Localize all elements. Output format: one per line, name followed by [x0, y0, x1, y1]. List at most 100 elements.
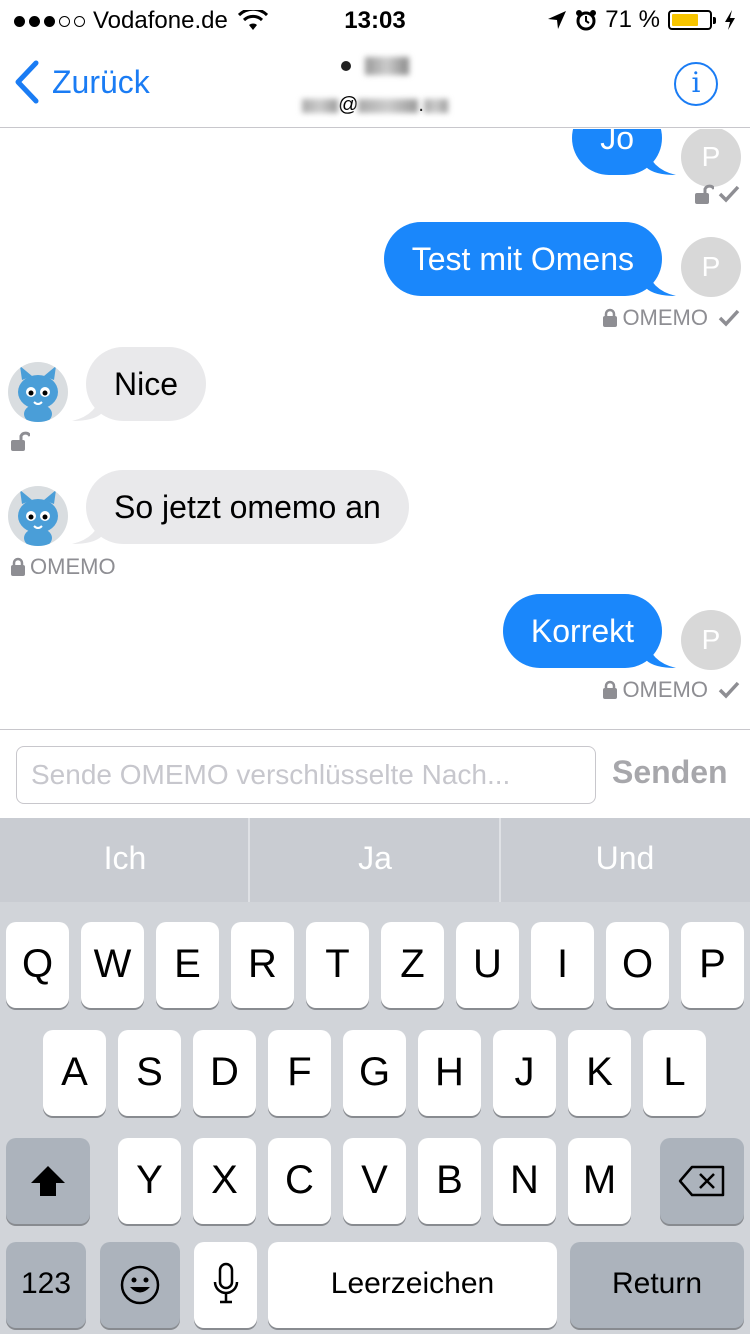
key-n[interactable]: N	[493, 1138, 556, 1224]
suggestion-item[interactable]: Und	[500, 818, 750, 902]
message-bubble-outgoing[interactable]: Korrekt	[502, 594, 676, 668]
message-text: So jetzt omemo an	[86, 470, 409, 544]
avatar: P	[681, 129, 741, 187]
key-j[interactable]: J	[493, 1030, 556, 1116]
key-b[interactable]: B	[418, 1138, 481, 1224]
suggestion-item[interactable]: Ja	[250, 818, 500, 902]
backspace-key[interactable]	[660, 1138, 744, 1224]
charging-bolt-icon	[725, 10, 735, 30]
message-status: OMEMO	[10, 554, 116, 580]
key-a[interactable]: A	[43, 1030, 106, 1116]
unlocked-icon	[695, 184, 714, 204]
send-button[interactable]: Senden	[612, 754, 728, 791]
bubble-tail	[646, 266, 676, 296]
microphone-icon	[213, 1262, 238, 1304]
contact-jid: @.	[0, 94, 750, 117]
blue-cat-avatar-icon	[18, 490, 58, 546]
contact-name	[0, 52, 750, 78]
emoji-icon	[120, 1265, 160, 1305]
bubble-tail	[72, 391, 102, 421]
key-x[interactable]: X	[193, 1138, 256, 1224]
key-l[interactable]: L	[643, 1030, 706, 1116]
lock-icon	[603, 680, 618, 699]
checkmark-icon	[718, 681, 740, 699]
lock-icon	[603, 308, 618, 327]
key-g[interactable]: G	[343, 1030, 406, 1116]
redacted-name	[365, 57, 409, 76]
key-h[interactable]: H	[418, 1030, 481, 1116]
blue-cat-avatar-icon	[18, 366, 58, 422]
bubble-tail	[646, 145, 676, 175]
message-text: Nice	[86, 347, 207, 421]
battery-fill	[672, 14, 698, 26]
key-e[interactable]: E	[156, 922, 219, 1008]
space-key[interactable]: Leerzeichen	[268, 1242, 557, 1328]
numbers-key[interactable]: 123	[6, 1242, 86, 1328]
encryption-label: OMEMO	[30, 554, 116, 579]
screen: Vodafone.de 13:03 71 % Zurück @ . i Jo P…	[0, 0, 750, 1334]
key-k[interactable]: K	[568, 1030, 631, 1116]
jid-at: @	[338, 94, 359, 116]
keyboard: Ich Ja Und Q W E R T Z U I O P A S D F G…	[0, 818, 750, 1334]
key-q[interactable]: Q	[6, 922, 69, 1008]
suggestion-item[interactable]: Ich	[0, 818, 250, 902]
message-status	[10, 430, 30, 452]
redacted-tld	[423, 98, 448, 113]
key-y[interactable]: Y	[118, 1138, 181, 1224]
emoji-key[interactable]	[100, 1242, 180, 1328]
key-t[interactable]: T	[306, 922, 369, 1008]
key-p[interactable]: P	[681, 922, 744, 1008]
message-bubble-incoming[interactable]: So jetzt omemo an	[72, 470, 409, 544]
avatar: P	[681, 610, 741, 670]
online-status-dot	[341, 61, 351, 72]
key-z[interactable]: Z	[381, 922, 444, 1008]
key-u[interactable]: U	[456, 922, 519, 1008]
battery-percent: 71 %	[605, 6, 660, 33]
message-status: OMEMO	[602, 305, 740, 331]
encryption-label: OMEMO	[622, 305, 708, 330]
contact-avatar	[8, 486, 68, 546]
message-bubble-outgoing[interactable]: Test mit Omens	[383, 222, 676, 296]
key-m[interactable]: M	[568, 1138, 631, 1224]
suggestion-bar: Ich Ja Und	[0, 818, 750, 902]
shift-arrow-icon	[31, 1166, 65, 1196]
key-s[interactable]: S	[118, 1030, 181, 1116]
key-w[interactable]: W	[81, 922, 144, 1008]
contact-avatar	[8, 362, 68, 422]
checkmark-icon	[718, 185, 740, 203]
redacted-user	[302, 98, 339, 113]
bubble-tail	[646, 638, 676, 668]
alarm-icon	[576, 10, 597, 31]
navigation-bar: Zurück @. i	[0, 40, 750, 128]
backspace-icon	[678, 1165, 725, 1197]
composer-bar: Sende OMEMO verschlüsselte Nach... Sende…	[0, 729, 750, 818]
key-c[interactable]: C	[268, 1138, 331, 1224]
key-o[interactable]: O	[606, 922, 669, 1008]
info-button[interactable]: i	[674, 62, 718, 106]
message-text: Korrekt	[502, 594, 662, 668]
key-i[interactable]: I	[531, 922, 594, 1008]
message-bubble-outgoing[interactable]: Jo	[572, 129, 676, 175]
message-status	[694, 183, 740, 205]
unlocked-icon	[11, 431, 30, 451]
status-bar: Vodafone.de 13:03 71 %	[0, 0, 750, 40]
message-text: Test mit Omens	[383, 222, 662, 296]
redacted-domain	[358, 98, 419, 113]
lock-icon	[11, 557, 25, 576]
shift-key[interactable]	[6, 1138, 90, 1224]
avatar: P	[681, 237, 741, 297]
message-bubble-incoming[interactable]: Nice	[72, 347, 207, 421]
message-status: OMEMO	[602, 677, 740, 703]
battery-icon	[668, 10, 716, 30]
encryption-label: OMEMO	[622, 677, 708, 702]
key-d[interactable]: D	[193, 1030, 256, 1116]
dictation-key[interactable]	[194, 1242, 257, 1328]
status-right: 71 %	[547, 6, 736, 34]
chat-history[interactable]: Jo P Test mit Omens P OMEMO Nice So jetz…	[0, 129, 750, 729]
message-input[interactable]: Sende OMEMO verschlüsselte Nach...	[16, 746, 596, 804]
bubble-tail	[72, 514, 102, 544]
key-v[interactable]: V	[343, 1138, 406, 1224]
key-r[interactable]: R	[231, 922, 294, 1008]
return-key[interactable]: Return	[570, 1242, 744, 1328]
key-f[interactable]: F	[268, 1030, 331, 1116]
